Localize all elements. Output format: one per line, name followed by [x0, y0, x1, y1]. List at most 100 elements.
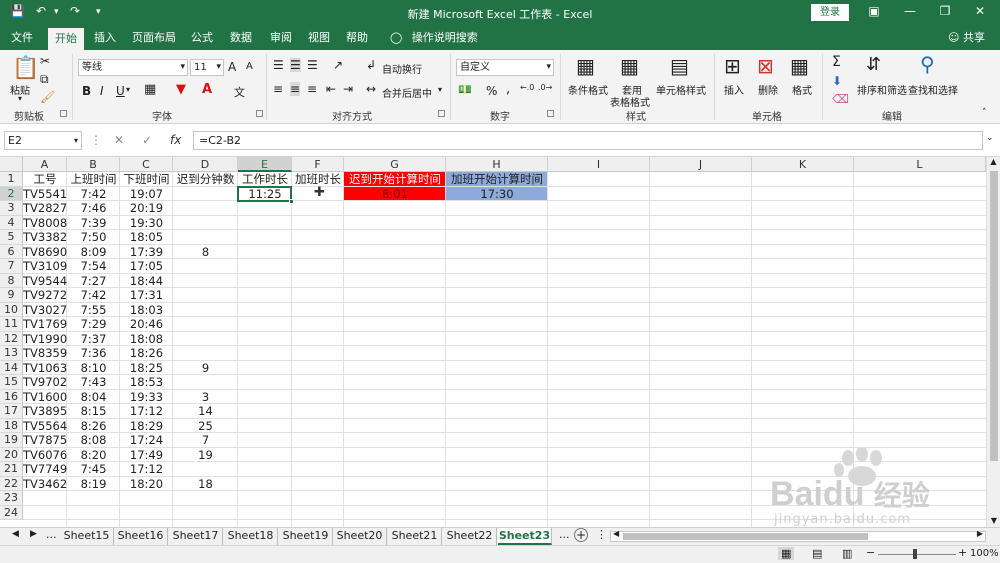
tab-view[interactable]: 视图: [302, 26, 336, 50]
table-cell[interactable]: 8:20: [67, 448, 120, 462]
column-header-d[interactable]: D: [173, 157, 238, 172]
cell-styles-icon[interactable]: ▤: [670, 54, 689, 78]
sheet-tab-sheet16[interactable]: Sheet16: [114, 528, 168, 545]
font-launcher-icon[interactable]: [256, 110, 263, 117]
clipboard-launcher-icon[interactable]: [60, 110, 67, 117]
column-header-h[interactable]: H: [446, 157, 548, 172]
column-header-c[interactable]: C: [120, 157, 173, 172]
increase-indent-icon[interactable]: ⇥: [343, 82, 353, 96]
table-cell[interactable]: TV2827: [23, 201, 67, 215]
underline-button[interactable]: U: [116, 84, 125, 98]
row-header-12[interactable]: 12: [0, 331, 23, 346]
row-header-3[interactable]: 3: [0, 201, 23, 216]
table-cell[interactable]: 7:54: [67, 259, 120, 273]
tab-review[interactable]: 审阅: [264, 26, 298, 50]
insert-cells-icon[interactable]: ⊞: [724, 54, 741, 78]
table-cell[interactable]: TV3895: [23, 404, 67, 418]
table-cell[interactable]: TV9544: [23, 274, 67, 288]
conditional-format-icon[interactable]: ▦: [576, 54, 595, 78]
sheet-tab-sheet22[interactable]: Sheet22: [443, 528, 497, 545]
borders-icon[interactable]: ▦: [144, 82, 156, 97]
underline-dropdown-icon[interactable]: ▾: [126, 85, 130, 94]
table-cell[interactable]: TV8359: [23, 346, 67, 360]
name-box[interactable]: E2 ▾: [4, 131, 82, 150]
table-cell[interactable]: 7:42: [67, 187, 120, 201]
table-cell[interactable]: 19: [173, 448, 238, 462]
table-cell[interactable]: 17:05: [120, 259, 173, 273]
table-cell[interactable]: 7:46: [67, 201, 120, 215]
table-cell[interactable]: 7:45: [67, 462, 120, 476]
table-cell[interactable]: 20:19: [120, 201, 173, 215]
table-cell[interactable]: 18:20: [120, 477, 173, 491]
table-cell[interactable]: 20:46: [120, 317, 173, 331]
italic-button[interactable]: I: [100, 84, 104, 98]
tab-home[interactable]: 开始: [48, 28, 84, 50]
row-header-23[interactable]: 23: [0, 491, 23, 506]
sort-filter-icon[interactable]: ⇵: [866, 54, 881, 75]
row-header-13[interactable]: 13: [0, 346, 23, 361]
table-cell[interactable]: 7: [173, 433, 238, 447]
table-cell[interactable]: 7:55: [67, 303, 120, 317]
header-cell[interactable]: 迟到分钟数: [173, 172, 238, 186]
table-cell[interactable]: TV1990: [23, 332, 67, 346]
table-cell[interactable]: 17:39: [120, 245, 173, 259]
row-header-9[interactable]: 9: [0, 288, 23, 303]
align-top-icon[interactable]: ☰: [273, 58, 284, 72]
sheet-more-right[interactable]: ...: [559, 528, 570, 541]
comma-button[interactable]: ,: [506, 82, 510, 97]
grow-font-button[interactable]: A: [228, 60, 236, 74]
decrease-indent-icon[interactable]: ⇤: [326, 82, 336, 96]
format-cells-icon[interactable]: ▦: [790, 54, 809, 78]
align-left-icon[interactable]: ≡: [273, 82, 283, 96]
table-cell[interactable]: 7:50: [67, 230, 120, 244]
table-cell[interactable]: TV5541: [23, 187, 67, 201]
cell-g2[interactable]: 8:01: [344, 187, 446, 201]
cancel-icon[interactable]: ✕: [114, 133, 124, 147]
table-cell[interactable]: 8:19: [67, 477, 120, 491]
next-sheet-icon[interactable]: ▶: [30, 529, 37, 539]
row-header-21[interactable]: 21: [0, 462, 23, 477]
row-header-6[interactable]: 6: [0, 244, 23, 259]
header-cell[interactable]: 上班时间: [67, 172, 120, 186]
table-cell[interactable]: TV8690: [23, 245, 67, 259]
alignment-launcher-icon[interactable]: [438, 110, 445, 117]
delete-cells-icon[interactable]: ⊠: [757, 54, 774, 78]
row-header-18[interactable]: 18: [0, 418, 23, 433]
cell-styles-button[interactable]: 单元格样式: [656, 82, 706, 97]
table-cell[interactable]: 8:04: [67, 390, 120, 404]
tab-file[interactable]: 文件: [6, 26, 38, 50]
scroll-up-icon[interactable]: ▲: [987, 157, 1000, 166]
column-header-k[interactable]: K: [752, 157, 854, 172]
table-cell[interactable]: 17:24: [120, 433, 173, 447]
sheet-tab-sheet15[interactable]: Sheet15: [60, 528, 114, 545]
add-sheet-icon[interactable]: +: [574, 528, 588, 542]
zoom-out-icon[interactable]: −: [866, 546, 875, 559]
column-header-j[interactable]: J: [650, 157, 752, 172]
clear-icon[interactable]: ⌫: [832, 92, 849, 106]
number-launcher-icon[interactable]: [547, 110, 554, 117]
column-header-f[interactable]: F: [292, 157, 344, 172]
table-cell[interactable]: 9: [173, 361, 238, 375]
sort-filter-button[interactable]: 排序和筛选: [857, 82, 907, 97]
table-cell[interactable]: TV3027: [23, 303, 67, 317]
table-cell[interactable]: 8:15: [67, 404, 120, 418]
table-cell[interactable]: TV1063: [23, 361, 67, 375]
phonetic-button[interactable]: 文: [234, 84, 245, 100]
merge-dropdown-icon[interactable]: ▾: [438, 85, 442, 94]
scrollbar-thumb[interactable]: [623, 533, 868, 540]
table-cell[interactable]: 8:09: [67, 245, 120, 259]
row-header-24[interactable]: 24: [0, 505, 23, 520]
scroll-right-icon[interactable]: ▶: [977, 529, 983, 538]
fill-icon[interactable]: ⬇: [832, 74, 842, 88]
zoom-slider-handle[interactable]: [913, 549, 917, 559]
sheet-tab-sheet21[interactable]: Sheet21: [388, 528, 442, 545]
table-cell[interactable]: 19:33: [120, 390, 173, 404]
table-cell[interactable]: 7:39: [67, 216, 120, 230]
font-color-icon[interactable]: A: [202, 82, 212, 97]
prev-sheet-icon[interactable]: ◀: [12, 529, 19, 539]
zoom-in-icon[interactable]: +: [958, 546, 967, 559]
page-break-view-icon[interactable]: ▥: [842, 547, 852, 560]
wrap-text-icon[interactable]: ↲: [366, 58, 376, 72]
scrollbar-thumb[interactable]: [990, 171, 998, 461]
find-select-icon[interactable]: ⚲: [920, 52, 935, 76]
